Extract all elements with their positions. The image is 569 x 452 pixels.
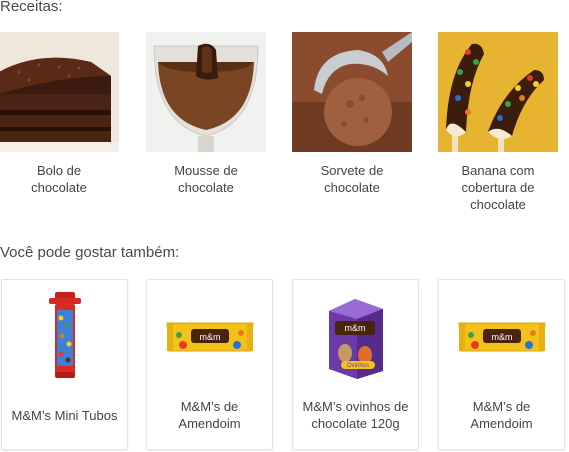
product-image-amendoim[interactable]: m&m xyxy=(439,292,564,382)
product-logo: m&m xyxy=(344,323,365,333)
product-image-mini-tubos[interactable] xyxy=(2,292,127,382)
recipe-card-bolo[interactable]: Bolo de chocolate xyxy=(0,32,134,196)
recipe-image-bolo[interactable] xyxy=(0,32,119,152)
product-label[interactable]: M&M’s de Amendoim xyxy=(443,390,560,440)
product-logo: m&m xyxy=(491,332,512,342)
product-label[interactable]: M&M’s de Amendoim xyxy=(151,390,268,440)
suggestions-section-title: Você pode gostar também: xyxy=(0,244,180,261)
product-card-mini-tubos[interactable]: M&M’s Mini Tubos xyxy=(1,279,128,450)
product-image-amendoim[interactable]: m&m xyxy=(147,292,272,382)
recipe-label[interactable]: Mousse de chocolate xyxy=(156,162,256,196)
recipe-image-banana[interactable] xyxy=(438,32,558,152)
recipes-section-title: Receitas: xyxy=(0,0,63,15)
product-logo: m&m xyxy=(199,332,220,342)
recipe-image-mousse[interactable] xyxy=(146,32,266,152)
recipe-image-sorvete[interactable] xyxy=(292,32,412,152)
recipe-label[interactable]: Banana com cobertura de chocolate xyxy=(448,162,548,213)
product-card-amendoim-2[interactable]: m&m M&M’s de Amendoim xyxy=(438,279,565,450)
recipe-card-banana[interactable]: Banana com cobertura de chocolate xyxy=(423,32,569,213)
product-label[interactable]: M&M’s ovinhos de chocolate 120g xyxy=(297,390,414,440)
product-label[interactable]: M&M’s Mini Tubos xyxy=(6,390,123,440)
recipe-label[interactable]: Bolo de chocolate xyxy=(9,162,109,196)
product-card-amendoim[interactable]: m&m M&M’s de Amendoim xyxy=(146,279,273,450)
product-card-ovinhos[interactable]: m&m Ovinhos M&M’s ovinhos de chocolate 1… xyxy=(292,279,419,450)
recipe-card-sorvete[interactable]: Sorvete de chocolate xyxy=(277,32,427,196)
product-badge: Ovinhos xyxy=(346,363,368,369)
recipe-label[interactable]: Sorvete de chocolate xyxy=(302,162,402,196)
recipe-card-mousse[interactable]: Mousse de chocolate xyxy=(131,32,281,196)
product-image-ovinhos[interactable]: m&m Ovinhos xyxy=(293,292,418,382)
